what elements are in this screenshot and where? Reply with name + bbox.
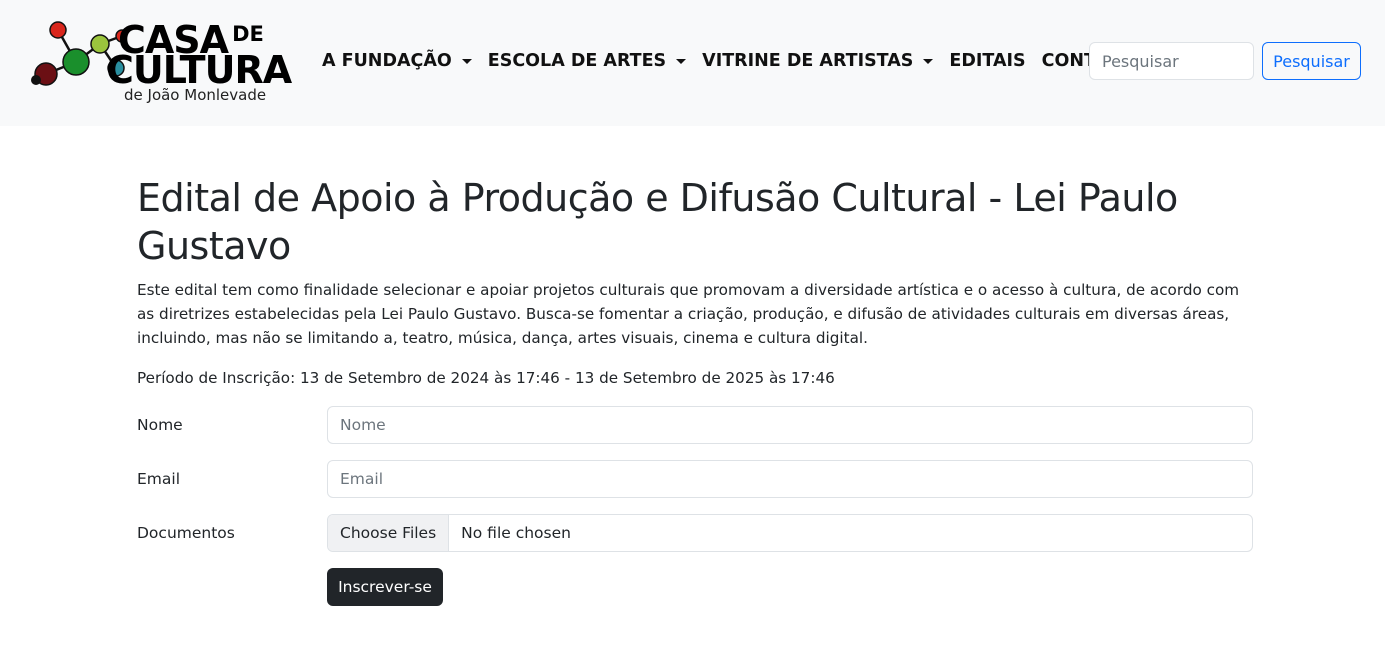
- name-field[interactable]: [327, 406, 1253, 444]
- navbar: CASA DE CULTURA de João Monlevade A FUNDA…: [0, 0, 1385, 126]
- file-status: No file chosen: [461, 524, 571, 542]
- choose-files-button[interactable]: Choose Files: [328, 515, 450, 551]
- caret-down-icon: [461, 58, 472, 64]
- search-button[interactable]: Pesquisar: [1262, 42, 1361, 80]
- nav-item-editais[interactable]: EDITAIS: [949, 48, 1025, 74]
- nav-item-a-fundacao[interactable]: A FUNDAÇÃO: [322, 48, 472, 74]
- documents-label: Documentos: [137, 524, 235, 542]
- nav-item-vitrine-de-artistas[interactable]: VITRINE DE ARTISTAS: [702, 48, 934, 74]
- documents-file-input[interactable]: Choose Files No file chosen: [327, 514, 1253, 552]
- page-title: Edital de Apoio à Produção e Difusão Cul…: [137, 176, 1178, 268]
- logo-city: de João Monlevade: [124, 86, 267, 104]
- edital-description: Este edital tem como finalidade selecion…: [137, 281, 1240, 347]
- main-nav: A FUNDAÇÃO ESCOLA DE ARTES VITRINE DE AR…: [322, 48, 1170, 74]
- submit-button[interactable]: Inscrever-se: [327, 568, 443, 606]
- nav-item-escola-de-artes[interactable]: ESCOLA DE ARTES: [488, 48, 687, 74]
- email-field[interactable]: [327, 460, 1253, 498]
- site-logo[interactable]: CASA DE CULTURA de João Monlevade: [30, 14, 292, 106]
- name-label: Nome: [137, 416, 183, 434]
- registration-period: Período de Inscrição: 13 de Setembro de …: [137, 369, 835, 387]
- search-input[interactable]: [1089, 42, 1254, 80]
- email-label: Email: [137, 470, 181, 488]
- caret-down-icon: [676, 58, 687, 64]
- caret-down-icon: [923, 58, 934, 64]
- logo-cultura: CULTURA: [106, 48, 292, 92]
